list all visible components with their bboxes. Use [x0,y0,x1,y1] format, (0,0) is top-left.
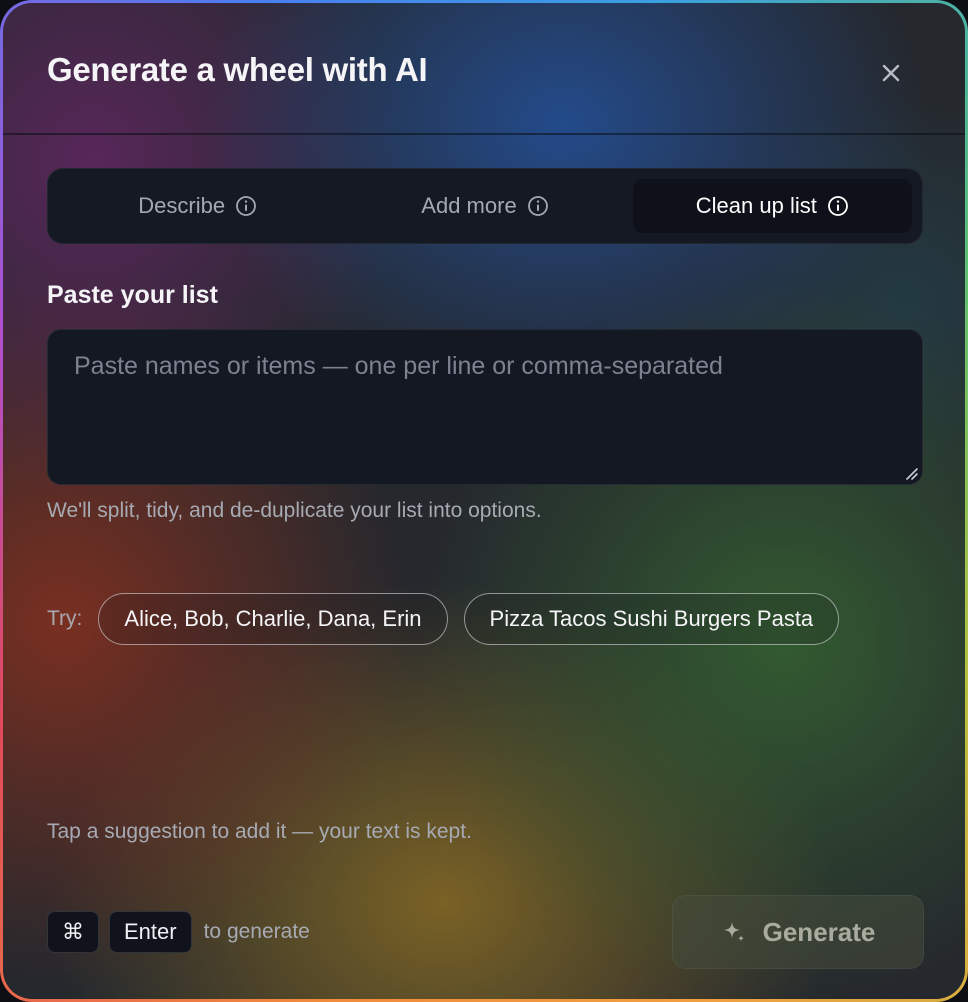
dialog-content: Generate a wheel with AI Describe Add mo… [3,3,965,999]
info-icon[interactable] [827,195,849,217]
tab-clean-up-list-label: Clean up list [695,193,817,218]
close-icon [882,64,900,82]
info-icon[interactable] [235,195,257,217]
generate-wheel-dialog: Generate a wheel with AI Describe Add mo… [3,3,965,999]
suggestion-chip-names[interactable]: Alice, Bob, Charlie, Dana, Erin [98,593,448,645]
close-button[interactable] [873,55,909,91]
generate-button[interactable]: Generate [672,895,924,969]
info-icon[interactable] [527,195,549,217]
sparkle-icon [723,922,744,942]
resize-handle[interactable] [903,465,919,481]
suggestion-hint-text: Tap a suggestion to add it — your text i… [47,820,472,843]
mode-tabs: Describe Add more Clean up list [47,168,923,244]
keyboard-shortcut-hint: ⌘ Enter to generate [47,911,310,953]
tab-add-more-label: Add more [421,193,517,218]
tab-describe-label: Describe [138,193,226,218]
command-key: ⌘ [47,911,99,953]
dialog-border: Generate a wheel with AI Describe Add mo… [0,0,968,1002]
tab-add-more[interactable]: Add more [345,179,624,233]
paste-list-label: Paste your list [47,281,218,309]
generate-button-label: Generate [762,916,876,947]
dialog-title: Generate a wheel with AI [47,51,428,88]
shortcut-text: to generate [203,920,310,943]
suggestion-chip-foods[interactable]: Pizza Tacos Sushi Burgers Pasta [463,593,840,645]
paste-list-textarea[interactable] [47,329,923,485]
tab-describe[interactable]: Describe [58,179,337,233]
suggestions-row: Try: Alice, Bob, Charlie, Dana, Erin Piz… [47,593,840,645]
paste-helper-text: We'll split, tidy, and de-duplicate your… [47,499,542,522]
try-label: Try: [47,607,83,630]
tab-clean-up-list[interactable]: Clean up list [632,179,912,233]
header-divider [3,133,965,135]
enter-key: Enter [109,911,192,953]
